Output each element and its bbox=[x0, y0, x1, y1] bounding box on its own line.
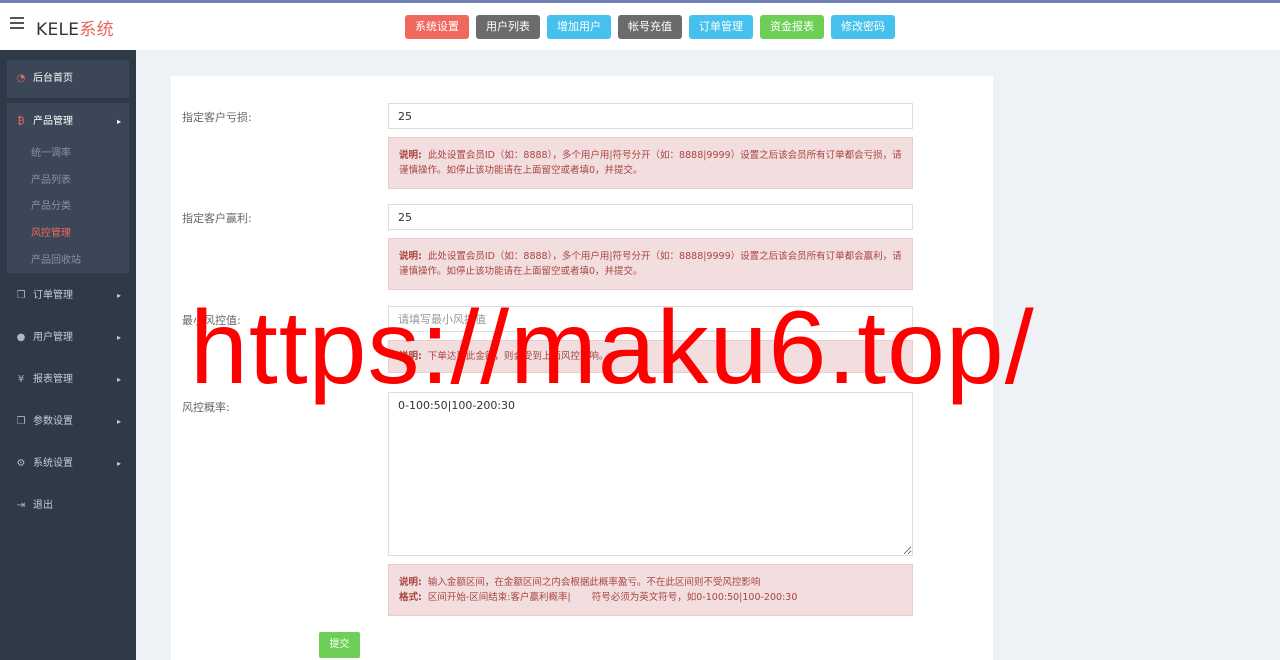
user-icon: ● bbox=[16, 332, 26, 343]
note-text: 区间开始-区间结束:客户赢利概率| 符号必须为英文符号，如0-100:50|10… bbox=[427, 592, 798, 603]
sidebar-item-label: 系统设置 bbox=[33, 458, 73, 469]
chevron-right-icon: ▸ bbox=[116, 291, 121, 300]
sidebar-subitem-product-category[interactable]: 产品分类 bbox=[7, 194, 129, 221]
copy-icon: ❐ bbox=[16, 416, 26, 427]
risk-probability-note: 说明: 输入金额区间，在金额区间之内会根据此概率盈亏。不在此区间则不受风控影响 格… bbox=[388, 564, 913, 616]
sidebar-item-system[interactable]: ⚙ 系统设置 ▸ bbox=[7, 445, 129, 483]
copy-icon: ❐ bbox=[16, 290, 26, 301]
note-title: 格式: bbox=[399, 592, 422, 603]
note-title: 说明: bbox=[399, 577, 422, 588]
note-text: 此处设置会员ID（如：8888），多个用户用|符号分开（如：8888|9999）… bbox=[399, 251, 902, 277]
loss-label: 指定客户亏损: bbox=[182, 111, 252, 124]
note-text: 此处设置会员ID（如：8888），多个用户用|符号分开（如：8888|9999）… bbox=[399, 150, 902, 176]
sidebar-subitem-unified-rate[interactable]: 统一调率 bbox=[7, 141, 129, 168]
topnav-recharge-button[interactable]: 帐号充值 bbox=[618, 15, 682, 39]
sign-out-icon: ⇥ bbox=[16, 500, 26, 511]
note-title: 说明: bbox=[399, 351, 422, 362]
note-line: 说明: 输入金额区间，在金额区间之内会根据此概率盈亏。不在此区间则不受风控影响 bbox=[399, 575, 902, 590]
sidebar-item-home[interactable]: ◔ 后台首页 bbox=[7, 60, 129, 98]
topnav-funds-report-button[interactable]: 资金报表 bbox=[760, 15, 824, 39]
chevron-right-icon: ▸ bbox=[116, 417, 121, 426]
profit-label: 指定客户赢利: bbox=[182, 212, 252, 225]
min-risk-input[interactable] bbox=[388, 306, 913, 332]
min-risk-note: 说明: 下单达到此金额，则会受到上面风控影响。 bbox=[388, 340, 913, 373]
yen-icon: ¥ bbox=[17, 374, 25, 385]
topnav-system-settings-button[interactable]: 系统设置 bbox=[405, 15, 469, 39]
risk-probability-textarea[interactable]: 0-100:50|100-200:30 bbox=[388, 392, 913, 556]
chevron-right-icon: ▸ bbox=[116, 459, 121, 468]
dashboard-icon: ◔ bbox=[16, 73, 26, 84]
gears-icon: ⚙ bbox=[16, 458, 26, 469]
topnav-orders-button[interactable]: 订单管理 bbox=[689, 15, 753, 39]
note-line: 格式: 区间开始-区间结束:客户赢利概率| 符号必须为英文符号，如0-100:50… bbox=[399, 590, 902, 605]
profit-user-input[interactable] bbox=[388, 204, 913, 230]
sidebar: ◔ 后台首页 ₿ 产品管理 ▸ 统一调率 产品列表 产品分类 风控管理 产品回收站 … bbox=[0, 50, 136, 660]
bitcoin-icon: ₿ bbox=[17, 116, 25, 127]
sidebar-item-orders[interactable]: ❐ 订单管理 ▸ bbox=[7, 277, 129, 315]
loss-note: 说明: 此处设置会员ID（如：8888），多个用户用|符号分开（如：8888|99… bbox=[388, 137, 913, 189]
topnav-change-password-button[interactable]: 修改密码 bbox=[831, 15, 895, 39]
note-title: 说明: bbox=[399, 150, 422, 161]
sidebar-subitem-recycle-bin[interactable]: 产品回收站 bbox=[7, 248, 129, 275]
top-nav: 系统设置 用户列表 增加用户 帐号充值 订单管理 资金报表 修改密码 bbox=[0, 15, 1280, 39]
note-title: 说明: bbox=[399, 251, 422, 262]
profit-note: 说明: 此处设置会员ID（如：8888），多个用户用|符号分开（如：8888|99… bbox=[388, 238, 913, 290]
sidebar-subitem-risk-control[interactable]: 风控管理 bbox=[7, 221, 129, 248]
sidebar-item-params[interactable]: ❐ 参数设置 ▸ bbox=[7, 403, 129, 441]
chevron-right-icon: ▸ bbox=[116, 375, 121, 384]
sidebar-item-product[interactable]: ₿ 产品管理 ▸ bbox=[7, 103, 129, 141]
sidebar-item-label: 产品管理 bbox=[33, 116, 73, 127]
sidebar-item-logout[interactable]: ⇥ 退出 bbox=[7, 487, 129, 525]
sidebar-item-label: 退出 bbox=[33, 500, 53, 511]
sidebar-item-label: 订单管理 bbox=[33, 290, 73, 301]
sidebar-item-label: 参数设置 bbox=[33, 416, 73, 427]
sidebar-group-product: ₿ 产品管理 ▸ 统一调率 产品列表 产品分类 风控管理 产品回收站 bbox=[7, 103, 129, 273]
topnav-user-list-button[interactable]: 用户列表 bbox=[476, 15, 540, 39]
sidebar-item-label: 用户管理 bbox=[33, 332, 73, 343]
topnav-add-user-button[interactable]: 增加用户 bbox=[547, 15, 611, 39]
chevron-right-icon: ▸ bbox=[116, 333, 121, 342]
note-text: 下单达到此金额，则会受到上面风控影响。 bbox=[427, 351, 609, 362]
chevron-right-icon: ▸ bbox=[116, 117, 121, 126]
note-text: 输入金额区间，在金额区间之内会根据此概率盈亏。不在此区间则不受风控影响 bbox=[427, 577, 761, 588]
sidebar-item-label: 后台首页 bbox=[33, 73, 73, 84]
submit-button[interactable]: 提交 bbox=[319, 632, 360, 658]
sidebar-item-users[interactable]: ● 用户管理 ▸ bbox=[7, 319, 129, 357]
min-risk-label: 最小风控值: bbox=[182, 314, 241, 327]
risk-probability-label: 风控概率: bbox=[182, 401, 230, 414]
loss-user-input[interactable] bbox=[388, 103, 913, 129]
sidebar-item-reports[interactable]: ¥ 报表管理 ▸ bbox=[7, 361, 129, 399]
top-bar: KELE系统 系统设置 用户列表 增加用户 帐号充值 订单管理 资金报表 修改密… bbox=[0, 0, 1280, 50]
sidebar-item-label: 报表管理 bbox=[33, 374, 73, 385]
sidebar-subitem-product-list[interactable]: 产品列表 bbox=[7, 168, 129, 195]
